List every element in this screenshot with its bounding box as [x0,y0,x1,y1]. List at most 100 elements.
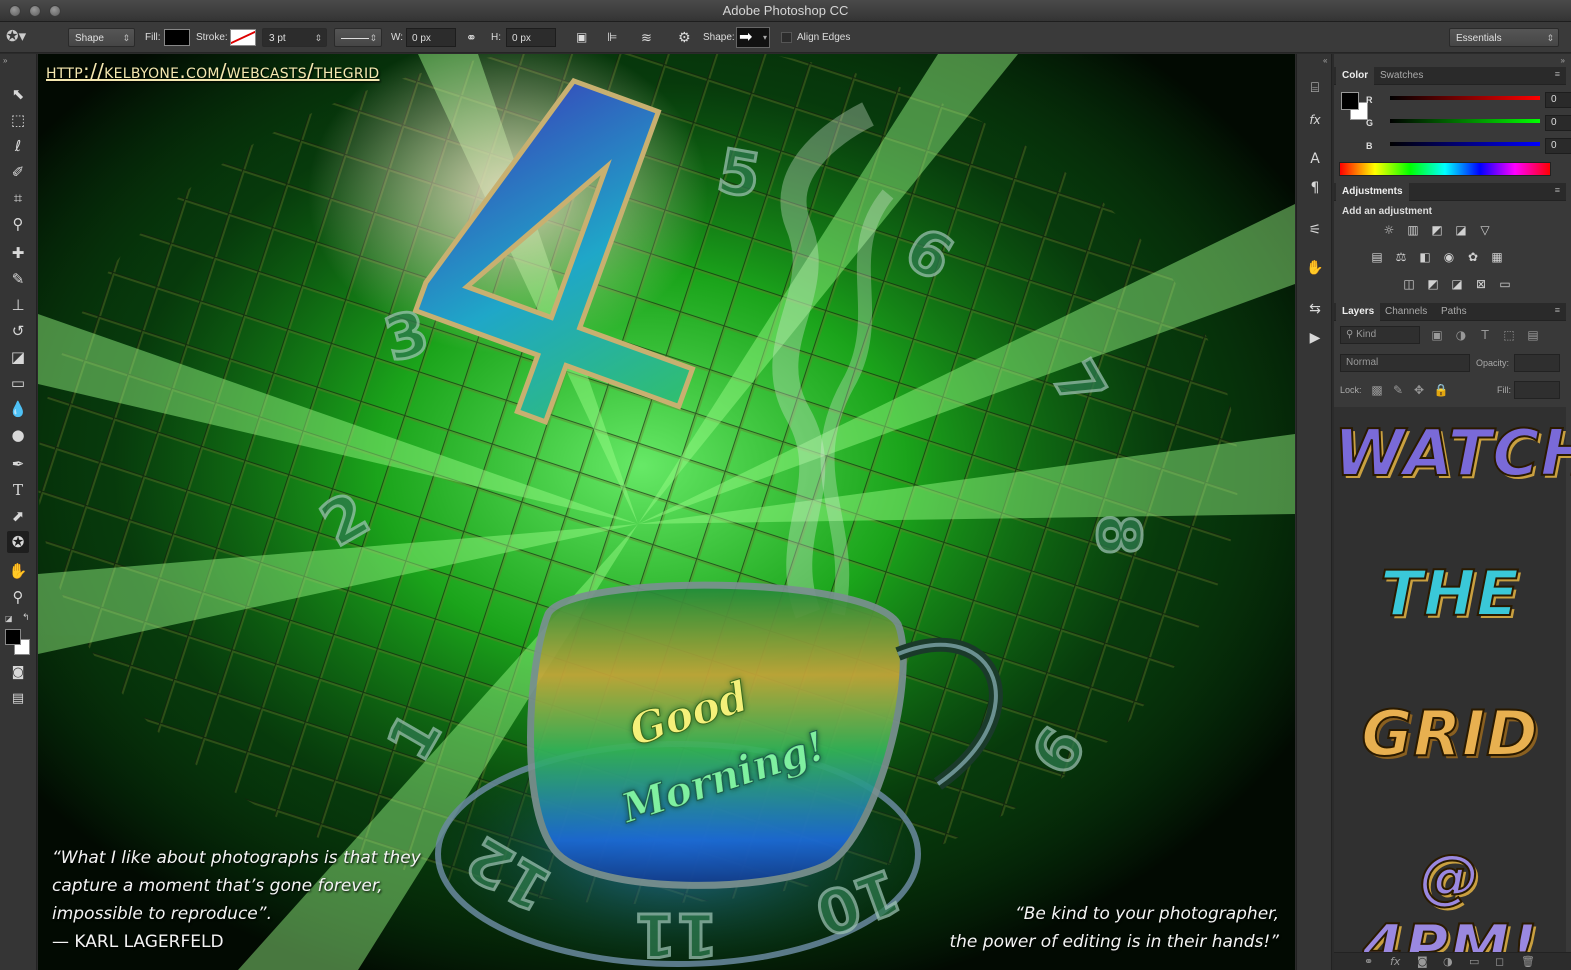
screen-mode-icon[interactable]: ▤ [7,688,29,710]
filter-pixel-icon[interactable]: ▣ [1429,328,1445,342]
tab-paths[interactable]: Paths [1435,303,1473,321]
collapse-panels-icon[interactable]: » [1561,56,1565,65]
opacity-field[interactable] [1514,354,1560,372]
type-tool-icon[interactable]: T [7,479,29,501]
color-balance-icon[interactable]: ⚖ [1393,250,1409,264]
lock-transparent-icon[interactable]: ▩ [1369,383,1385,397]
brush-tool-icon[interactable]: ✎ [7,268,29,290]
link-layers-icon[interactable]: ⚭ [1364,955,1373,968]
color-spectrum-ramp[interactable] [1339,162,1551,176]
collapse-strip-icon[interactable]: « [1323,56,1327,65]
history-panel-icon[interactable]: ⌸ [1304,78,1326,98]
levels-icon[interactable]: ▥ [1405,223,1421,237]
stroke-swatch[interactable] [230,29,256,46]
filter-type-icon[interactable]: T [1477,328,1493,342]
properties-panel-icon[interactable]: ⚟ [1304,220,1326,240]
tool-presets-icon[interactable]: ✋ [1304,258,1326,278]
filter-adjustment-icon[interactable]: ◑ [1453,328,1469,342]
photo-filter-icon[interactable]: ◉ [1441,250,1457,264]
tab-layers[interactable]: Layers [1336,303,1381,321]
stroke-type-dropdown[interactable] [334,28,382,48]
gear-icon[interactable]: ⚙ [678,28,691,47]
color-lookup-icon[interactable]: ▦ [1489,250,1505,264]
collapse-toolbar-icon[interactable]: » [3,56,7,65]
blur-tool-icon[interactable]: 💧 [7,398,29,420]
black-white-icon[interactable]: ◧ [1417,250,1433,264]
exposure-icon[interactable]: ◪ [1453,223,1469,237]
brightness-contrast-icon[interactable]: ☼ [1381,223,1397,237]
history-brush-tool-icon[interactable]: ↺ [7,320,29,342]
layer-style-icon[interactable]: fx [1390,955,1400,968]
clone-source-icon[interactable]: ⇆ [1304,299,1326,319]
gradient-tool-icon[interactable]: ▭ [7,372,29,394]
crop-tool-icon[interactable]: ⌗ [7,187,29,209]
eyedropper-tool-icon[interactable]: ⚲ [7,213,29,235]
green-value-field[interactable]: 0 [1545,115,1571,131]
lock-image-icon[interactable]: ✎ [1390,383,1406,397]
color-fg-swatch[interactable] [1341,92,1359,110]
red-value-field[interactable]: 0 [1545,92,1571,108]
marquee-tool-icon[interactable]: ⬚ [7,109,29,131]
green-slider-track[interactable] [1390,119,1540,123]
healing-brush-tool-icon[interactable]: ✚ [7,242,29,264]
paragraph-panel-icon[interactable]: ¶ [1304,178,1326,198]
color-panel-menu-icon[interactable]: ≡ [1555,69,1560,79]
default-colors-icon[interactable]: ◪ [5,614,13,623]
new-group-icon[interactable]: ▭ [1469,955,1479,968]
filter-shape-icon[interactable]: ⬚ [1501,328,1517,342]
tab-channels[interactable]: Channels [1379,303,1433,321]
path-operations-icon[interactable]: ▣ [576,28,587,47]
selective-color-icon[interactable]: ⊠ [1473,277,1489,291]
channel-mixer-icon[interactable]: ✿ [1465,250,1481,264]
lock-position-icon[interactable]: ✥ [1411,383,1427,397]
lasso-tool-icon[interactable]: ℓ [7,135,29,157]
fill-swatch[interactable] [164,29,190,46]
height-field[interactable]: 0 px [506,28,556,47]
swap-colors-icon[interactable]: ↰ [22,612,30,623]
actions-play-icon[interactable]: ▶ [1304,328,1326,348]
link-icon[interactable]: ⚭ [466,28,477,47]
curves-icon[interactable]: ◩ [1429,223,1445,237]
layers-panel-menu-icon[interactable]: ≡ [1555,305,1560,315]
new-adjustment-layer-icon[interactable]: ◑ [1443,955,1453,968]
path-arrangement-icon[interactable]: ≋ [641,28,652,47]
shape-picker[interactable]: ➡ ▾ [736,27,770,48]
character-panel-icon[interactable]: A [1304,149,1326,169]
pen-tool-icon[interactable]: ✒ [7,453,29,475]
posterize-icon[interactable]: ◩ [1425,277,1441,291]
tool-mode-dropdown[interactable]: Shape [68,28,135,48]
path-alignment-icon[interactable]: ⊫ [607,28,617,47]
zoom-tool-icon[interactable]: ⚲ [7,586,29,608]
layers-list[interactable]: WATCH THE GRID @ 4PM! [1333,407,1571,970]
webcast-url-link[interactable]: http://kelbyone.com/webcasts/thegrid [46,59,379,83]
stroke-width-field[interactable]: 3 pt [262,28,327,48]
vibrance-icon[interactable]: ▽ [1477,223,1493,237]
blue-slider-track[interactable] [1390,142,1540,146]
trash-icon[interactable]: 🗑 [1521,955,1535,968]
new-layer-icon[interactable]: ◻ [1495,955,1504,968]
width-field[interactable]: 0 px [406,28,456,47]
clone-stamp-tool-icon[interactable]: ⊥ [7,294,29,316]
eraser-tool-icon[interactable]: ◪ [7,346,29,368]
workspace-dropdown[interactable]: Essentials [1449,28,1559,48]
move-tool-icon[interactable]: ⬉ [7,83,29,105]
tool-preset-icon[interactable]: ✪▾ [6,27,26,46]
blue-value-field[interactable]: 0 [1545,138,1571,154]
custom-shape-tool-icon[interactable]: ✪ [7,531,29,553]
threshold-icon[interactable]: ◪ [1449,277,1465,291]
tab-color[interactable]: Color [1336,67,1375,85]
red-slider-track[interactable] [1390,96,1540,100]
tab-swatches[interactable]: Swatches [1374,67,1429,85]
align-edges-checkbox[interactable] [781,32,792,43]
adjustments-panel-menu-icon[interactable]: ≡ [1555,185,1560,195]
add-mask-icon[interactable]: ◙ [1417,955,1428,968]
hand-tool-icon[interactable]: ✋ [7,560,29,582]
filter-smart-object-icon[interactable]: ▤ [1525,328,1541,342]
styles-panel-icon[interactable]: fx [1304,110,1326,130]
dodge-tool-icon[interactable]: ● [7,424,29,446]
hue-saturation-icon[interactable]: ▤ [1369,250,1385,264]
document-canvas[interactable]: 1 2 3 5 6 7 8 9 10 11 12 Good Morning! h… [38,54,1295,970]
lock-all-icon[interactable]: 🔒 [1433,383,1449,397]
fill-field[interactable] [1514,381,1560,399]
path-selection-tool-icon[interactable]: ⬈ [7,505,29,527]
